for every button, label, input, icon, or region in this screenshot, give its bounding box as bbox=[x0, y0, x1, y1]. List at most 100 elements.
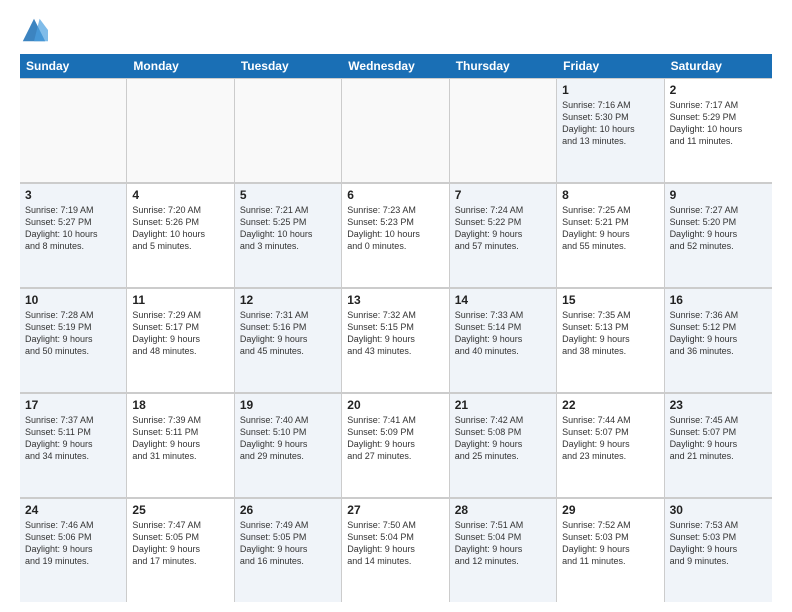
day-number: 1 bbox=[562, 83, 658, 97]
cal-cell-23: 23 Sunrise: 7:45 AM Sunset: 5:07 PM Dayli… bbox=[665, 393, 772, 497]
day-info: Sunrise: 7:27 AM Sunset: 5:20 PM Dayligh… bbox=[670, 204, 767, 253]
day-number: 7 bbox=[455, 188, 551, 202]
cal-cell-29: 29 Sunrise: 7:52 AM Sunset: 5:03 PM Dayli… bbox=[557, 498, 664, 602]
calendar-row-2: 10 Sunrise: 7:28 AM Sunset: 5:19 PM Dayli… bbox=[20, 288, 772, 393]
day-info: Sunrise: 7:20 AM Sunset: 5:26 PM Dayligh… bbox=[132, 204, 228, 253]
day-info: Sunrise: 7:37 AM Sunset: 5:11 PM Dayligh… bbox=[25, 414, 121, 463]
day-number: 24 bbox=[25, 503, 121, 517]
cal-cell-12: 12 Sunrise: 7:31 AM Sunset: 5:16 PM Dayli… bbox=[235, 288, 342, 392]
day-info: Sunrise: 7:29 AM Sunset: 5:17 PM Dayligh… bbox=[132, 309, 228, 358]
day-info: Sunrise: 7:24 AM Sunset: 5:22 PM Dayligh… bbox=[455, 204, 551, 253]
day-number: 27 bbox=[347, 503, 443, 517]
day-number: 15 bbox=[562, 293, 658, 307]
day-number: 20 bbox=[347, 398, 443, 412]
calendar-row-4: 24 Sunrise: 7:46 AM Sunset: 5:06 PM Dayli… bbox=[20, 498, 772, 602]
day-info: Sunrise: 7:53 AM Sunset: 5:03 PM Dayligh… bbox=[670, 519, 767, 568]
cal-cell-8: 8 Sunrise: 7:25 AM Sunset: 5:21 PM Daylig… bbox=[557, 183, 664, 287]
cal-cell-28: 28 Sunrise: 7:51 AM Sunset: 5:04 PM Dayli… bbox=[450, 498, 557, 602]
cal-cell-22: 22Sunrise: 7:44 AM Sunset: 5:07 PM Dayli… bbox=[557, 393, 664, 497]
day-info: Sunrise: 7:39 AM Sunset: 5:11 PM Dayligh… bbox=[132, 414, 228, 463]
day-info: Sunrise: 7:23 AM Sunset: 5:23 PM Dayligh… bbox=[347, 204, 443, 253]
day-info: Sunrise: 7:52 AM Sunset: 5:03 PM Dayligh… bbox=[562, 519, 658, 568]
day-number: 18 bbox=[132, 398, 228, 412]
cal-cell-10: 10 Sunrise: 7:28 AM Sunset: 5:19 PM Dayli… bbox=[20, 288, 127, 392]
cal-cell-16: 16 Sunrise: 7:36 AM Sunset: 5:12 PM Dayli… bbox=[665, 288, 772, 392]
day-number: 13 bbox=[347, 293, 443, 307]
day-info: Sunrise: 7:49 AM Sunset: 5:05 PM Dayligh… bbox=[240, 519, 336, 568]
cal-cell-27: 27 Sunrise: 7:50 AM Sunset: 5:04 PM Dayli… bbox=[342, 498, 449, 602]
header-day-sunday: Sunday bbox=[20, 54, 127, 78]
day-number: 9 bbox=[670, 188, 767, 202]
day-number: 12 bbox=[240, 293, 336, 307]
day-number: 4 bbox=[132, 188, 228, 202]
cal-cell-empty-0 bbox=[20, 78, 127, 182]
day-number: 28 bbox=[455, 503, 551, 517]
page: SundayMondayTuesdayWednesdayThursdayFrid… bbox=[0, 0, 792, 612]
cal-cell-empty-1 bbox=[127, 78, 234, 182]
day-number: 16 bbox=[670, 293, 767, 307]
day-number: 2 bbox=[670, 83, 767, 97]
cal-cell-7: 7 Sunrise: 7:24 AM Sunset: 5:22 PM Daylig… bbox=[450, 183, 557, 287]
day-info: Sunrise: 7:36 AM Sunset: 5:12 PM Dayligh… bbox=[670, 309, 767, 358]
cal-cell-19: 19 Sunrise: 7:40 AM Sunset: 5:10 PM Dayli… bbox=[235, 393, 342, 497]
day-info: Sunrise: 7:47 AM Sunset: 5:05 PM Dayligh… bbox=[132, 519, 228, 568]
day-info: Sunrise: 7:51 AM Sunset: 5:04 PM Dayligh… bbox=[455, 519, 551, 568]
cal-cell-25: 25 Sunrise: 7:47 AM Sunset: 5:05 PM Dayli… bbox=[127, 498, 234, 602]
cal-cell-3: 3Sunrise: 7:19 AM Sunset: 5:27 PM Daylig… bbox=[20, 183, 127, 287]
cal-cell-30: 30 Sunrise: 7:53 AM Sunset: 5:03 PM Dayli… bbox=[665, 498, 772, 602]
day-number: 25 bbox=[132, 503, 228, 517]
day-info: Sunrise: 7:42 AM Sunset: 5:08 PM Dayligh… bbox=[455, 414, 551, 463]
day-number: 30 bbox=[670, 503, 767, 517]
day-number: 29 bbox=[562, 503, 658, 517]
calendar-row-1: 3Sunrise: 7:19 AM Sunset: 5:27 PM Daylig… bbox=[20, 183, 772, 288]
day-number: 11 bbox=[132, 293, 228, 307]
cal-cell-empty-2 bbox=[235, 78, 342, 182]
day-number: 3 bbox=[25, 188, 121, 202]
cal-cell-17: 17 Sunrise: 7:37 AM Sunset: 5:11 PM Dayli… bbox=[20, 393, 127, 497]
cal-cell-6: 6 Sunrise: 7:23 AM Sunset: 5:23 PM Daylig… bbox=[342, 183, 449, 287]
day-number: 6 bbox=[347, 188, 443, 202]
day-info: Sunrise: 7:31 AM Sunset: 5:16 PM Dayligh… bbox=[240, 309, 336, 358]
day-info: Sunrise: 7:17 AM Sunset: 5:29 PM Dayligh… bbox=[670, 99, 767, 148]
day-info: Sunrise: 7:50 AM Sunset: 5:04 PM Dayligh… bbox=[347, 519, 443, 568]
day-number: 17 bbox=[25, 398, 121, 412]
cal-cell-4: 4 Sunrise: 7:20 AM Sunset: 5:26 PM Daylig… bbox=[127, 183, 234, 287]
day-info: Sunrise: 7:44 AM Sunset: 5:07 PM Dayligh… bbox=[562, 414, 658, 463]
day-info: Sunrise: 7:45 AM Sunset: 5:07 PM Dayligh… bbox=[670, 414, 767, 463]
day-info: Sunrise: 7:41 AM Sunset: 5:09 PM Dayligh… bbox=[347, 414, 443, 463]
header bbox=[20, 16, 772, 44]
day-info: Sunrise: 7:46 AM Sunset: 5:06 PM Dayligh… bbox=[25, 519, 121, 568]
cal-cell-13: 13 Sunrise: 7:32 AM Sunset: 5:15 PM Dayli… bbox=[342, 288, 449, 392]
day-info: Sunrise: 7:28 AM Sunset: 5:19 PM Dayligh… bbox=[25, 309, 121, 358]
day-info: Sunrise: 7:35 AM Sunset: 5:13 PM Dayligh… bbox=[562, 309, 658, 358]
logo-icon bbox=[20, 16, 48, 44]
day-number: 21 bbox=[455, 398, 551, 412]
logo bbox=[20, 16, 52, 44]
cal-cell-21: 21 Sunrise: 7:42 AM Sunset: 5:08 PM Dayli… bbox=[450, 393, 557, 497]
calendar: SundayMondayTuesdayWednesdayThursdayFrid… bbox=[20, 54, 772, 602]
day-number: 19 bbox=[240, 398, 336, 412]
cal-cell-15: 15 Sunrise: 7:35 AM Sunset: 5:13 PM Dayli… bbox=[557, 288, 664, 392]
day-number: 14 bbox=[455, 293, 551, 307]
calendar-row-3: 17 Sunrise: 7:37 AM Sunset: 5:11 PM Dayli… bbox=[20, 393, 772, 498]
day-number: 8 bbox=[562, 188, 658, 202]
cal-cell-18: 18 Sunrise: 7:39 AM Sunset: 5:11 PM Dayli… bbox=[127, 393, 234, 497]
calendar-body: 1 Sunrise: 7:16 AM Sunset: 5:30 PM Daylig… bbox=[20, 78, 772, 602]
day-info: Sunrise: 7:16 AM Sunset: 5:30 PM Dayligh… bbox=[562, 99, 658, 148]
day-info: Sunrise: 7:32 AM Sunset: 5:15 PM Dayligh… bbox=[347, 309, 443, 358]
cal-cell-empty-3 bbox=[342, 78, 449, 182]
day-number: 23 bbox=[670, 398, 767, 412]
cal-cell-11: 11 Sunrise: 7:29 AM Sunset: 5:17 PM Dayli… bbox=[127, 288, 234, 392]
header-day-saturday: Saturday bbox=[665, 54, 772, 78]
day-number: 26 bbox=[240, 503, 336, 517]
calendar-row-0: 1 Sunrise: 7:16 AM Sunset: 5:30 PM Daylig… bbox=[20, 78, 772, 183]
header-day-friday: Friday bbox=[557, 54, 664, 78]
cal-cell-1: 1 Sunrise: 7:16 AM Sunset: 5:30 PM Daylig… bbox=[557, 78, 664, 182]
day-info: Sunrise: 7:25 AM Sunset: 5:21 PM Dayligh… bbox=[562, 204, 658, 253]
day-number: 10 bbox=[25, 293, 121, 307]
header-day-monday: Monday bbox=[127, 54, 234, 78]
day-info: Sunrise: 7:40 AM Sunset: 5:10 PM Dayligh… bbox=[240, 414, 336, 463]
cal-cell-20: 20 Sunrise: 7:41 AM Sunset: 5:09 PM Dayli… bbox=[342, 393, 449, 497]
day-info: Sunrise: 7:33 AM Sunset: 5:14 PM Dayligh… bbox=[455, 309, 551, 358]
day-number: 5 bbox=[240, 188, 336, 202]
